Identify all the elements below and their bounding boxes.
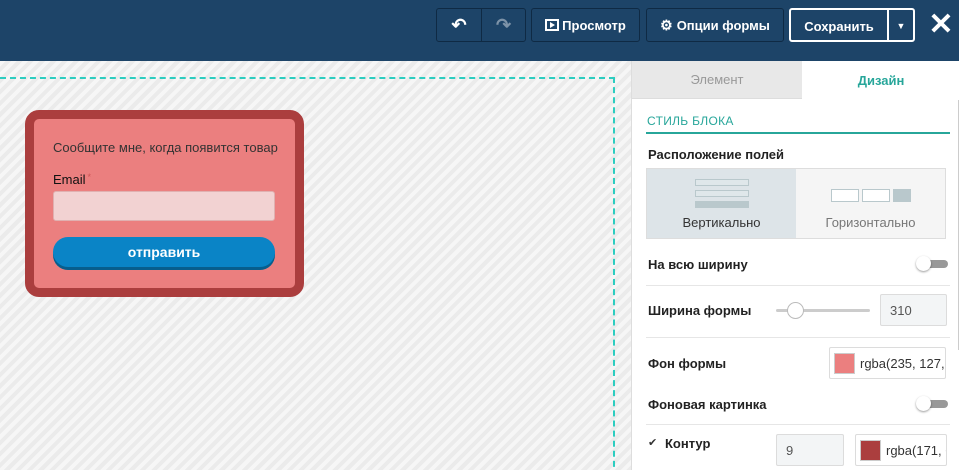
vertical-layout-icon-bar	[695, 190, 749, 197]
subscription-form-widget[interactable]: Сообщите мне, когда появится товар Email…	[25, 110, 304, 297]
fields-layout-selector: Вертикально Горизонтально	[646, 168, 946, 239]
border-width-input[interactable]: 9	[776, 434, 844, 466]
color-swatch[interactable]	[834, 352, 855, 374]
top-toolbar: ↶ ↷ Просмотр ⚙ Опции формы Сохранить ▼ ✕	[0, 0, 959, 61]
preview-label: Просмотр	[562, 17, 626, 33]
row-divider	[646, 337, 950, 338]
section-title: СТИЛЬ БЛОКА	[647, 114, 734, 128]
form-width-input[interactable]: 310	[880, 294, 947, 326]
email-input[interactable]	[53, 191, 275, 221]
layout-vertical-label: Вертикально	[682, 215, 761, 230]
layout-horizontal-option[interactable]: Горизонтально	[796, 169, 945, 238]
vertical-layout-icon-bar	[695, 201, 749, 208]
save-dropdown-button[interactable]: ▼	[887, 10, 913, 42]
form-background-value: rgba(235, 127, 127, 1)	[860, 355, 945, 371]
form-width-slider[interactable]	[776, 302, 870, 319]
history-group: ↶ ↷	[436, 8, 526, 42]
required-mark: *	[87, 172, 92, 182]
close-icon[interactable]: ✕	[926, 10, 956, 40]
background-image-toggle[interactable]	[916, 396, 948, 411]
horizontal-layout-icon-box	[862, 189, 890, 202]
undo-button[interactable]: ↶	[437, 9, 481, 41]
color-swatch[interactable]	[860, 439, 881, 461]
email-label-text: Email	[53, 172, 86, 187]
save-button[interactable]: Сохранить	[791, 10, 887, 42]
editor-canvas: Сообщите мне, когда появится товар Email…	[0, 61, 631, 470]
caret-down-icon: ▼	[896, 21, 906, 31]
settings-panel: Элемент Дизайн СТИЛЬ БЛОКА Расположение …	[631, 61, 959, 470]
border-label: Контур	[665, 436, 711, 451]
layout-horizontal-label: Горизонтально	[825, 215, 916, 230]
play-icon	[545, 19, 560, 31]
row-divider	[646, 424, 950, 425]
border-color-value: rgba(171, 62, 62, 1)	[886, 442, 946, 458]
redo-icon: ↷	[495, 14, 512, 35]
tab-element[interactable]: Элемент	[632, 61, 802, 99]
redo-button[interactable]: ↷	[481, 9, 525, 41]
section-divider	[646, 132, 950, 134]
fields-layout-label: Расположение полей	[648, 147, 785, 162]
border-color-input[interactable]: rgba(171, 62, 62, 1)	[855, 434, 947, 466]
tab-design[interactable]: Дизайн	[802, 61, 959, 99]
background-image-label: Фоновая картинка	[648, 397, 767, 412]
row-divider	[646, 285, 950, 286]
border-checkbox[interactable]	[648, 438, 658, 448]
widget-title: Сообщите мне, когда появится товар	[53, 140, 278, 155]
undo-icon: ↶	[451, 14, 467, 35]
form-width-label: Ширина формы	[648, 303, 752, 318]
preview-button[interactable]: Просмотр	[532, 9, 639, 41]
form-options-button[interactable]: ⚙ Опции формы	[647, 9, 783, 41]
form-background-label: Фон формы	[648, 356, 727, 371]
email-label: Email *	[53, 172, 91, 187]
full-width-label: На всю ширину	[648, 257, 748, 272]
gear-icon: ⚙	[660, 16, 673, 33]
preview-group: Просмотр	[531, 8, 640, 42]
form-background-color-input[interactable]: rgba(235, 127, 127, 1)	[829, 347, 946, 379]
slider-handle[interactable]	[786, 302, 804, 319]
horizontal-layout-icon-box	[893, 189, 911, 202]
form-options-group: ⚙ Опции формы	[646, 8, 784, 42]
panel-tabs: Элемент Дизайн	[632, 61, 959, 99]
submit-button[interactable]: отправить	[53, 237, 275, 267]
save-group: Сохранить ▼	[789, 8, 915, 42]
layout-vertical-option[interactable]: Вертикально	[647, 169, 796, 238]
vertical-layout-icon	[695, 179, 749, 186]
form-options-label: Опции формы	[676, 17, 770, 33]
horizontal-layout-icon	[831, 189, 859, 202]
full-width-toggle[interactable]	[916, 256, 948, 271]
